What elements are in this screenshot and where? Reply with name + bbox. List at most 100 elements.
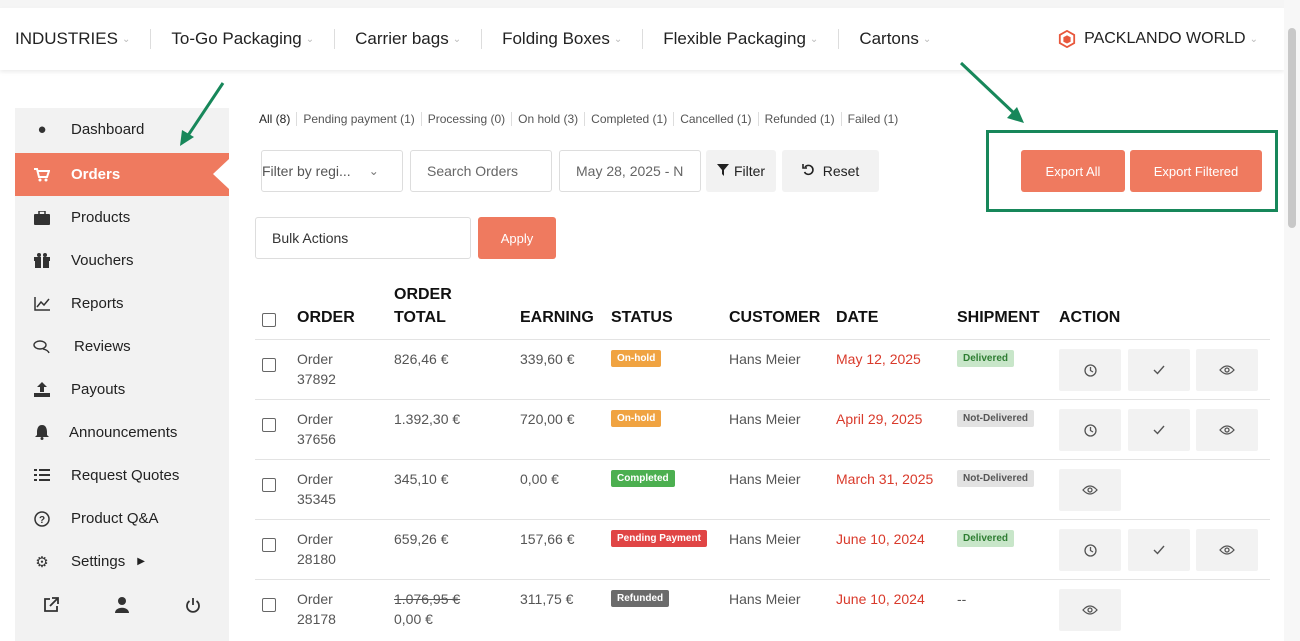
user-icon[interactable] (115, 596, 129, 618)
processing-clock-icon[interactable] (1059, 409, 1121, 451)
search-orders-placeholder: Search Orders (427, 163, 519, 179)
sidebar-item-settings[interactable]: ⚙ Settings ▶ (15, 540, 229, 583)
header-order-total-line1[interactable]: ORDER (394, 286, 452, 304)
tab-cancelled[interactable]: Cancelled (1) (674, 112, 759, 126)
gear-icon: ⚙ (35, 553, 49, 571)
view-eye-icon[interactable] (1196, 529, 1258, 571)
region-filter-select[interactable]: Filter by regi... ⌄ (261, 150, 403, 192)
order-number[interactable]: Order 37656 (297, 409, 336, 449)
brand-menu[interactable]: PACKLANDO WORLD ⌄ (1058, 8, 1258, 70)
status-badge: On-hold (611, 410, 662, 427)
sidebar-item-reports[interactable]: Reports (15, 282, 229, 325)
tab-refunded[interactable]: Refunded (1) (759, 112, 842, 126)
power-icon[interactable] (185, 597, 201, 618)
sidebar-item-orders[interactable]: Orders (15, 153, 229, 196)
view-eye-icon[interactable] (1059, 589, 1121, 631)
complete-check-icon[interactable] (1128, 409, 1190, 451)
nav-industries[interactable]: INDUSTRIES ⌄ (15, 8, 130, 70)
select-all-checkbox[interactable] (262, 313, 276, 327)
svg-text:?: ? (39, 515, 45, 526)
tab-completed[interactable]: Completed (1) (585, 112, 675, 126)
shipment-empty: -- (957, 591, 967, 607)
tab-on-hold[interactable]: On hold (3) (512, 112, 586, 126)
sidebar-item-label: Product Q&A (71, 510, 159, 527)
sidebar-item-vouchers[interactable]: Vouchers (15, 239, 229, 282)
header-status[interactable]: STATUS (611, 309, 673, 327)
nav-carrier-bags[interactable]: Carrier bags ⌄ (355, 8, 461, 70)
row-checkbox[interactable] (262, 538, 276, 552)
nav-label: Cartons (859, 29, 919, 48)
export-all-button[interactable]: Export All (1021, 150, 1125, 192)
external-link-icon[interactable] (43, 596, 59, 618)
sidebar-item-announcements[interactable]: Announcements (15, 411, 229, 454)
tab-processing[interactable]: Processing (0) (422, 112, 513, 126)
sidebar-item-label: Settings (71, 553, 126, 570)
sidebar-item-request-quotes[interactable]: Request Quotes (15, 454, 229, 497)
browser-top-strip (0, 0, 1300, 8)
header-earning[interactable]: EARNING (520, 309, 594, 327)
status-badge: Pending Payment (611, 530, 707, 547)
nav-label: INDUSTRIES (15, 29, 118, 48)
order-number[interactable]: Order 28178 (297, 589, 336, 629)
sidebar-item-payouts[interactable]: Payouts (15, 368, 229, 411)
row-checkbox[interactable] (262, 478, 276, 492)
shipment-badge: Not-Delivered (957, 410, 1035, 427)
sidebar-item-label: Request Quotes (71, 467, 180, 484)
sidebar-item-label: Products (71, 209, 131, 226)
search-orders-input[interactable]: Search Orders (410, 150, 552, 192)
nav-to-go-packaging[interactable]: To-Go Packaging ⌄ (171, 8, 314, 70)
nav-flexible-packaging[interactable]: Flexible Packaging ⌄ (663, 8, 818, 70)
header-order-total-line2[interactable]: TOTAL (394, 309, 446, 327)
order-date: June 10, 2024 (836, 591, 925, 607)
nav-label: To-Go Packaging (171, 29, 302, 48)
header-order[interactable]: ORDER (297, 309, 355, 327)
order-number[interactable]: Order 35345 (297, 469, 336, 509)
sidebar-item-products[interactable]: Products (15, 196, 229, 239)
nav-separator (642, 29, 644, 49)
apply-button[interactable]: Apply (478, 217, 556, 259)
export-filtered-button[interactable]: Export Filtered (1130, 150, 1262, 192)
date-range-input[interactable]: May 28, 2025 - N (559, 150, 701, 192)
order-number[interactable]: Order 37892 (297, 349, 336, 389)
bulk-actions-select[interactable]: Bulk Actions (255, 217, 471, 259)
complete-check-icon[interactable] (1128, 529, 1190, 571)
status-badge: Completed (611, 470, 675, 487)
row-checkbox[interactable] (262, 598, 276, 612)
palette-icon: ● (37, 121, 47, 138)
tab-all[interactable]: All (8) (259, 112, 298, 126)
order-number[interactable]: Order 28180 (297, 529, 336, 569)
row-checkbox[interactable] (262, 418, 276, 432)
order-total: 1.392,30 € (394, 411, 461, 427)
sidebar-item-label: Reviews (74, 338, 131, 355)
nav-folding-boxes[interactable]: Folding Boxes ⌄ (502, 8, 622, 70)
tab-failed[interactable]: Failed (1) (842, 112, 905, 126)
top-navigation: INDUSTRIES ⌄ To-Go Packaging ⌄ Carrier bag… (0, 8, 1284, 70)
view-eye-icon[interactable] (1196, 409, 1258, 451)
order-date: June 10, 2024 (836, 531, 925, 547)
scrollbar-thumb[interactable] (1288, 28, 1296, 228)
order-date: March 31, 2025 (836, 471, 934, 487)
view-eye-icon[interactable] (1059, 469, 1121, 511)
region-filter-value: Filter by regi... (262, 163, 351, 179)
sidebar-item-reviews[interactable]: Reviews (15, 325, 229, 368)
tab-pending-payment[interactable]: Pending payment (1) (297, 112, 422, 126)
filter-button[interactable]: Filter (706, 150, 776, 192)
complete-check-icon[interactable] (1128, 349, 1190, 391)
page-scrollbar[interactable] (1284, 0, 1300, 641)
nav-cartons[interactable]: Cartons ⌄ (859, 8, 931, 70)
processing-clock-icon[interactable] (1059, 529, 1121, 571)
table-row: Order 35345 345,10 € 0,00 € Completed Han… (255, 459, 1270, 519)
sidebar-item-product-qa[interactable]: ? Product Q&A (15, 497, 229, 540)
row-checkbox[interactable] (262, 358, 276, 372)
table-row: Order 37892 826,46 € 339,60 € On-hold Han… (255, 339, 1270, 399)
customer-name: Hans Meier (729, 351, 801, 367)
order-total: 1.076,95 € 0,00 € (394, 589, 460, 629)
reset-button[interactable]: Reset (782, 150, 879, 192)
table-row: Order 28180 659,26 € 157,66 € Pending Pay… (255, 519, 1270, 579)
view-eye-icon[interactable] (1196, 349, 1258, 391)
chevron-down-icon: ⌄ (809, 33, 819, 45)
processing-clock-icon[interactable] (1059, 349, 1121, 391)
cart-icon (33, 166, 51, 184)
header-customer[interactable]: CUSTOMER (729, 309, 820, 327)
header-date[interactable]: DATE (836, 309, 878, 327)
